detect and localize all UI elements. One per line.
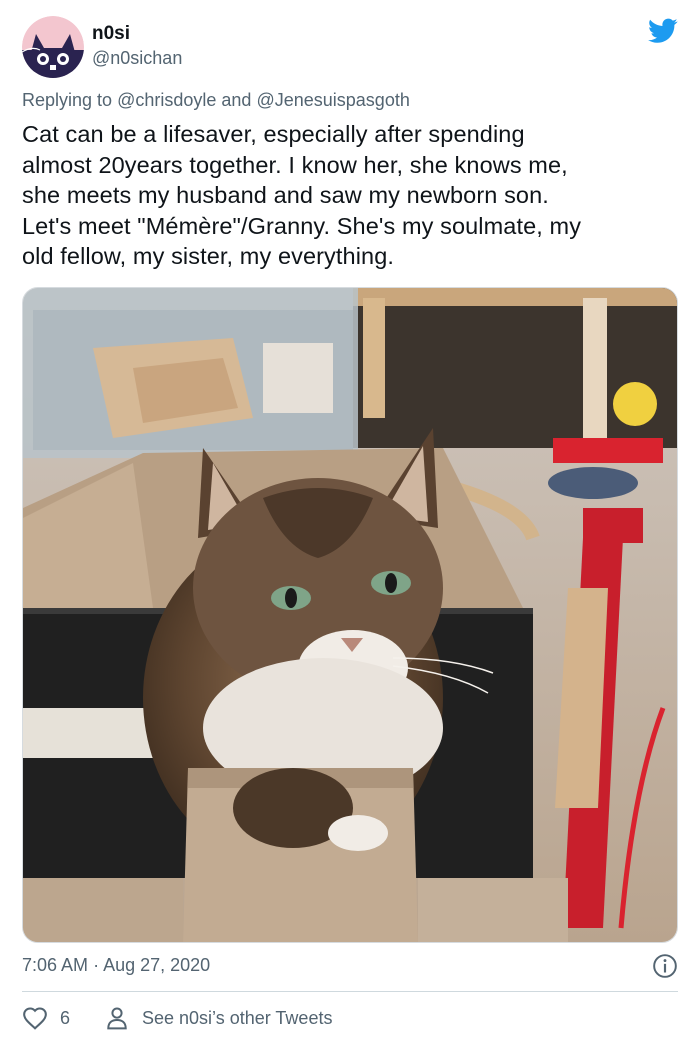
cat-photo-illustration [23, 288, 677, 942]
heart-icon [23, 1007, 47, 1030]
reply-mention-jenesuispasgoth[interactable]: @Jenesuispasgoth [256, 90, 409, 110]
tweet-timestamp[interactable]: 7:06 AM · Aug 27, 2020 [22, 955, 210, 976]
tweet-text-line: old fellow, my sister, my everything. [22, 243, 395, 269]
tweet-time: 7:06 AM [22, 955, 89, 975]
tweet-text: Cat can be a lifesaver, especially after… [22, 119, 682, 272]
like-count: 6 [60, 1007, 71, 1028]
info-icon[interactable] [652, 953, 678, 979]
tweet-card: n0si @n0sichan Replying to @chrisdoyle a… [0, 0, 700, 1045]
author-names: n0si @n0sichan [92, 22, 182, 70]
reply-conjunction: and [221, 90, 252, 110]
tweet-text-line: Cat can be a lifesaver, especially after… [22, 121, 525, 147]
reply-context: Replying to @chrisdoyle and @Jenesuispas… [22, 90, 410, 111]
tweet-text-line: Let's meet "Mémère"/Granny. She's my sou… [22, 212, 582, 239]
reply-prefix: Replying to [22, 90, 113, 110]
tweet-date: Aug 27, 2020 [103, 955, 211, 975]
timestamp-separator: · [93, 955, 100, 975]
tweet-text-line: almost 20years together. I know her, she… [22, 151, 568, 178]
tweet-actions: 6 See n0si’s other Tweets [22, 1004, 682, 1032]
tweet-text-line: she meets my husband and saw my newborn … [22, 182, 549, 208]
person-icon [107, 1007, 127, 1030]
twitter-bird-icon[interactable] [648, 18, 678, 44]
author-display-name[interactable]: n0si [92, 22, 182, 46]
tweet-header: n0si @n0sichan [22, 16, 682, 78]
reply-mention-chrisdoyle[interactable]: @chrisdoyle [117, 90, 216, 110]
like-button[interactable]: 6 [22, 1004, 70, 1032]
author-handle[interactable]: @n0sichan [92, 46, 182, 70]
see-other-tweets-link[interactable]: See n0si’s other Tweets [106, 1004, 332, 1032]
footer-divider [22, 991, 678, 992]
author-avatar[interactable] [22, 16, 84, 78]
see-other-tweets-label: See n0si’s other Tweets [142, 1007, 333, 1028]
tweet-photo[interactable] [22, 287, 678, 943]
cat-avatar-icon [22, 16, 84, 78]
